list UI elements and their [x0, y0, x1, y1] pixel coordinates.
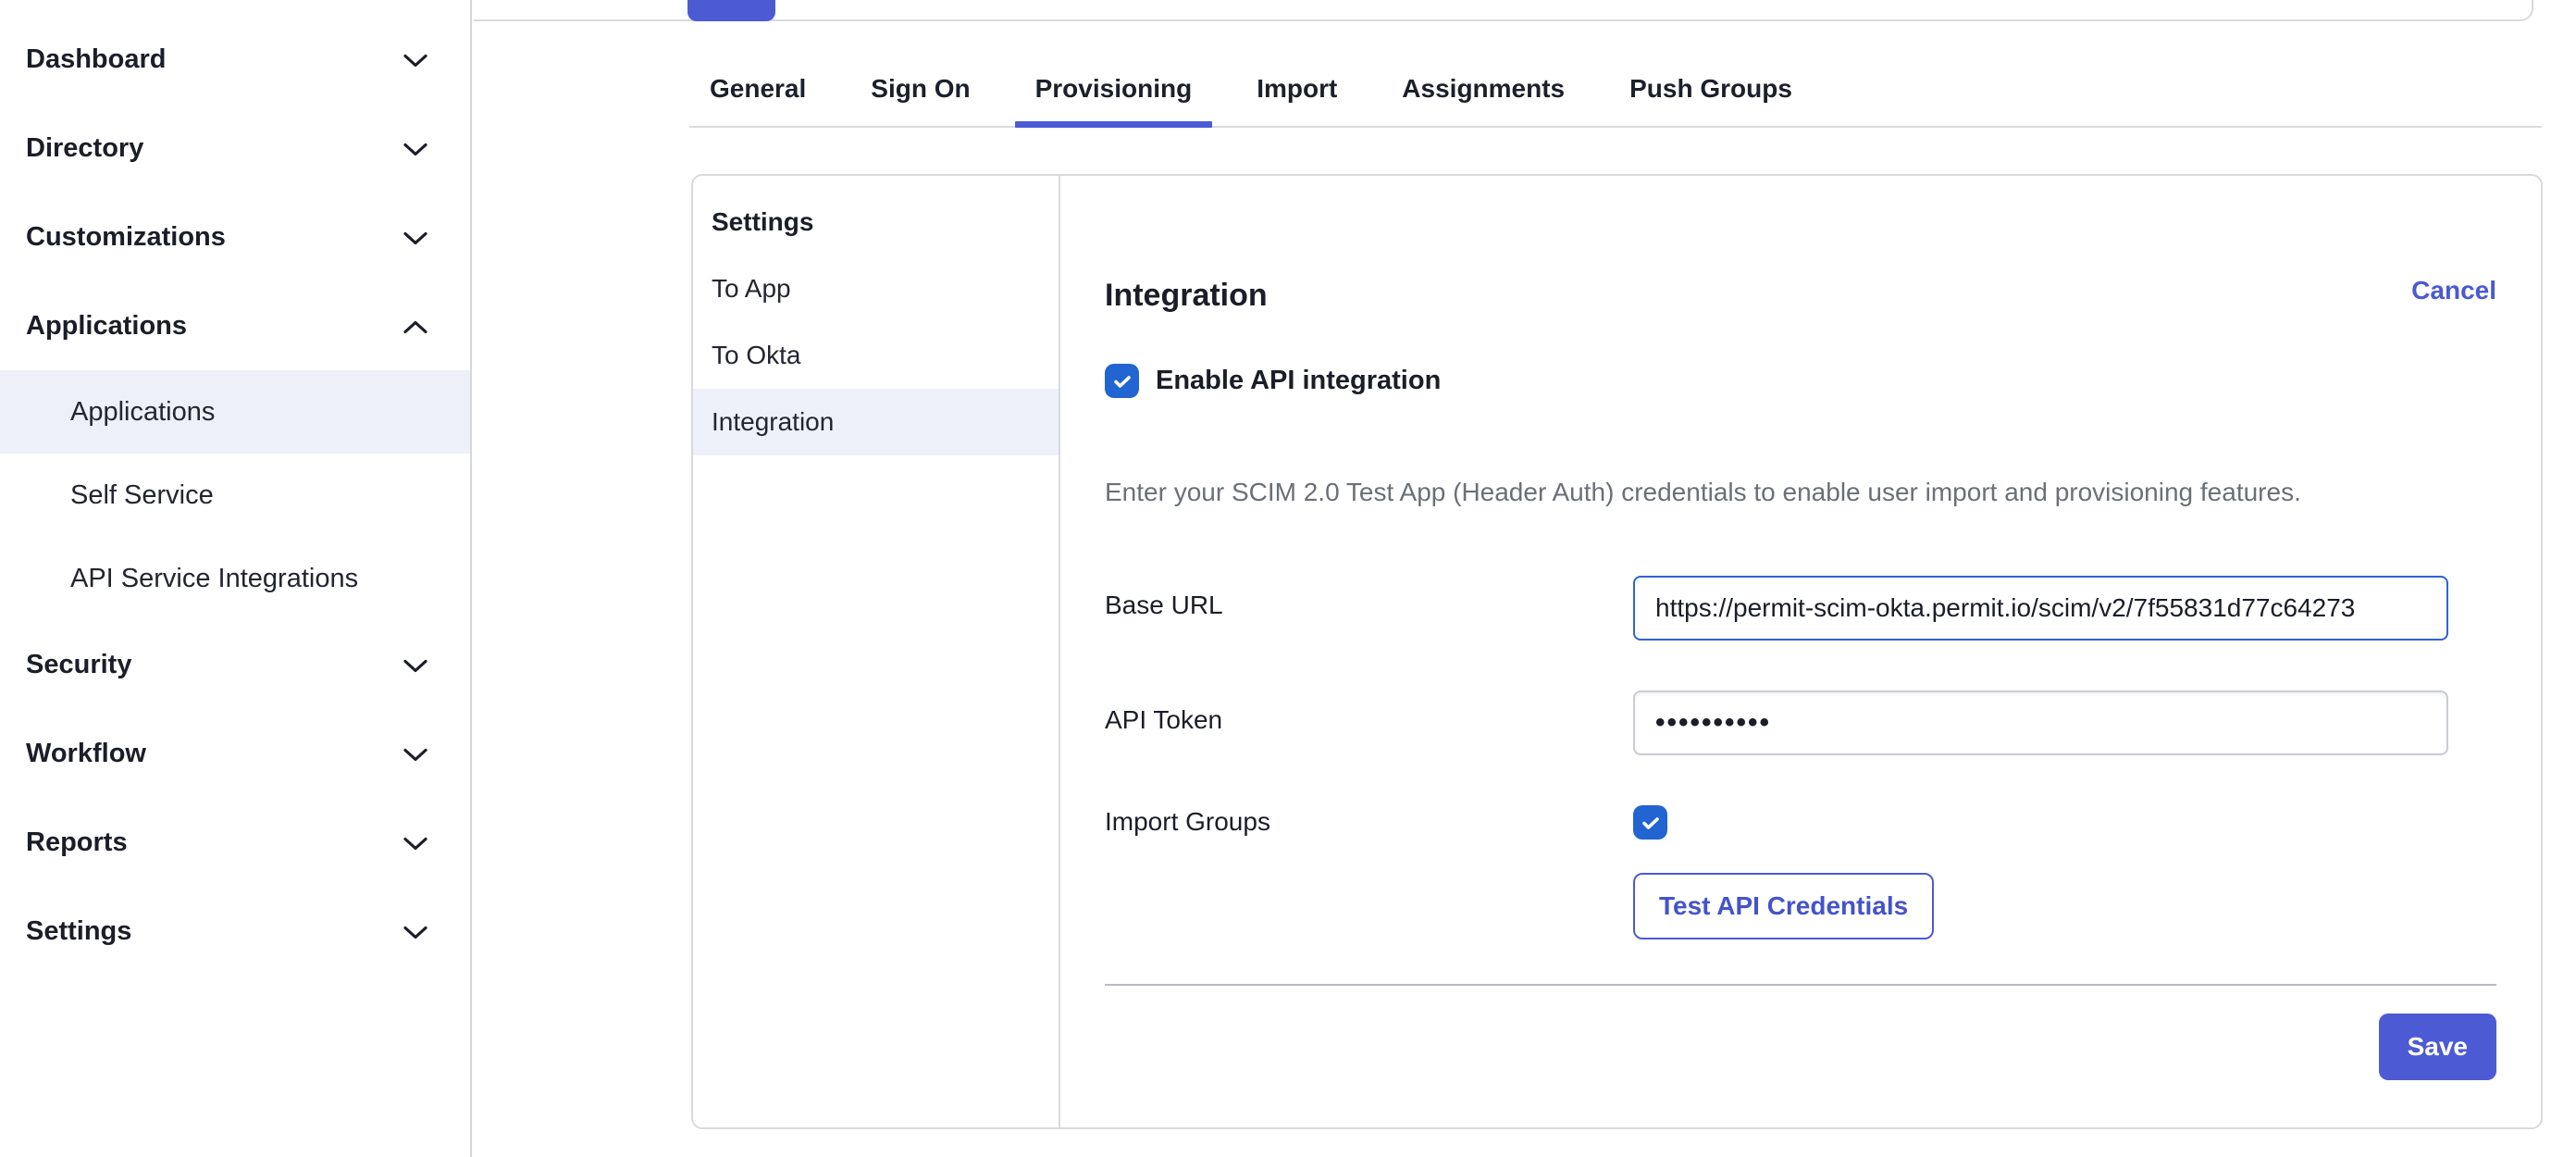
tab-import[interactable]: Import	[1236, 52, 1357, 126]
top-active-tab-indicator	[687, 0, 775, 21]
sidebar-subitem-api-service-integrations[interactable]: API Service Integrations	[0, 537, 470, 620]
base-url-label: Base URL	[1105, 576, 1633, 620]
top-header-bottom-edge	[474, 0, 2533, 21]
chevron-up-icon	[403, 311, 427, 342]
cancel-link[interactable]: Cancel	[2411, 276, 2496, 305]
sidebar-item-label: Customizations	[26, 222, 226, 253]
sidebar-item-label: Directory	[26, 133, 143, 164]
credentials-form: Base URL API Token Import Groups Test AP…	[1105, 576, 2496, 939]
save-button[interactable]: Save	[2379, 1014, 2496, 1080]
tab-general[interactable]: General	[689, 52, 826, 126]
tab-assignments[interactable]: Assignments	[1381, 52, 1585, 126]
sidebar-item-label: Workflow	[26, 739, 146, 769]
sidebar-item-settings[interactable]: Settings	[0, 887, 470, 976]
chevron-down-icon	[403, 133, 427, 164]
chevron-down-icon	[403, 916, 427, 947]
chevron-down-icon	[403, 739, 427, 769]
import-groups-row: Import Groups	[1105, 805, 2496, 840]
tab-sign-on[interactable]: Sign On	[850, 52, 990, 126]
sidebar-item-label: Settings	[26, 916, 131, 947]
chevron-down-icon	[403, 44, 427, 75]
sidebar: Dashboard Directory Customizations Appli…	[0, 0, 472, 1157]
sidebar-item-label: Dashboard	[26, 44, 166, 75]
import-groups-label: Import Groups	[1105, 805, 1633, 837]
sidebar-item-applications[interactable]: Applications	[0, 281, 470, 370]
chevron-down-icon	[403, 827, 427, 858]
sidebar-item-customizations[interactable]: Customizations	[0, 193, 470, 281]
sidebar-item-label: Reports	[26, 827, 128, 858]
chevron-down-icon	[403, 650, 427, 680]
settings-nav-header: Settings	[693, 189, 1059, 255]
api-token-input[interactable]	[1633, 690, 2448, 755]
test-api-credentials-button[interactable]: Test API Credentials	[1633, 873, 1934, 939]
sidebar-item-security[interactable]: Security	[0, 620, 470, 709]
nav-item-to-okta[interactable]: To Okta	[693, 322, 1059, 389]
enable-api-integration-label: Enable API integration	[1156, 366, 1441, 396]
sidebar-subitem-applications[interactable]: Applications	[0, 370, 470, 454]
sidebar-item-directory[interactable]: Directory	[0, 104, 470, 193]
base-url-row: Base URL	[1105, 576, 2496, 641]
sidebar-item-label: Applications	[26, 311, 187, 342]
nav-item-to-app[interactable]: To App	[693, 255, 1059, 322]
checkmark-icon	[1111, 370, 1133, 392]
api-token-label: API Token	[1105, 690, 1633, 735]
sidebar-subitem-label: API Service Integrations	[70, 564, 358, 594]
sidebar-item-dashboard[interactable]: Dashboard	[0, 15, 470, 104]
sidebar-subitem-label: Applications	[70, 397, 215, 428]
test-credentials-row: Test API Credentials	[1105, 873, 2496, 939]
save-row: Save	[1105, 1014, 2496, 1080]
checkmark-icon	[1640, 812, 1662, 834]
sidebar-subitem-label: Self Service	[70, 480, 214, 511]
enable-api-integration-checkbox[interactable]	[1105, 364, 1139, 398]
credentials-description: Enter your SCIM 2.0 Test App (Header Aut…	[1105, 478, 2496, 507]
sidebar-item-label: Security	[26, 650, 131, 680]
base-url-input[interactable]	[1633, 576, 2448, 641]
sidebar-subitem-self-service[interactable]: Self Service	[0, 454, 470, 537]
provisioning-card: Settings To App To Okta Integration Canc…	[691, 174, 2543, 1129]
provisioning-settings-nav: Settings To App To Okta Integration	[693, 176, 1060, 1127]
page-title: Integration	[1105, 278, 2496, 314]
nav-item-integration[interactable]: Integration	[693, 389, 1059, 455]
enable-api-integration-row: Enable API integration	[1105, 364, 2496, 398]
sidebar-item-reports[interactable]: Reports	[0, 798, 470, 887]
api-token-row: API Token	[1105, 690, 2496, 755]
sidebar-item-workflow[interactable]: Workflow	[0, 709, 470, 798]
tab-provisioning[interactable]: Provisioning	[1015, 52, 1213, 126]
chevron-down-icon	[403, 222, 427, 253]
import-groups-checkbox[interactable]	[1633, 805, 1667, 840]
app-tabbar: General Sign On Provisioning Import Assi…	[689, 52, 2542, 128]
footer-divider	[1105, 984, 2496, 986]
integration-content: Cancel Integration Enable API integratio…	[1060, 176, 2541, 1127]
main-area: General Sign On Provisioning Import Assi…	[474, 0, 2576, 1157]
tab-push-groups[interactable]: Push Groups	[1609, 52, 1813, 126]
